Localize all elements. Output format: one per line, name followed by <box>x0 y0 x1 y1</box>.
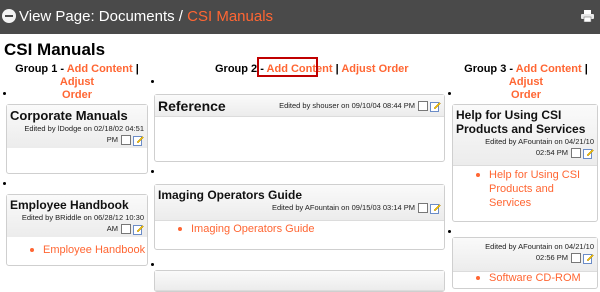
edited-time: 02:56 PM <box>535 253 568 262</box>
card-meta: Edited by lDodge on 02/18/02 04:51 PM <box>10 123 144 146</box>
breadcrumb-current[interactable]: CSI Manuals <box>187 8 273 25</box>
edited-info: Edited by AFountain on 04/21/10 <box>485 137 594 146</box>
bullet <box>3 182 6 185</box>
card-title: Imaging Operators Guide <box>158 188 303 202</box>
card-title-line: Help for Using CSI <box>456 108 562 122</box>
group-1-separator: | <box>132 63 139 75</box>
edited-info: Edited by shouser on 09/10/04 08:44 PM <box>279 101 415 111</box>
printer-icon[interactable] <box>581 10 594 22</box>
card-title: Reference <box>158 98 226 114</box>
group-1-add-content-link[interactable]: Add Content <box>67 63 133 75</box>
select-checkbox[interactable] <box>121 135 131 146</box>
edited-time: 02:54 PM <box>535 148 568 157</box>
breadcrumb-prefix: View Page: Documents / <box>19 8 188 25</box>
card-meta: Edited by shouser on 09/10/04 08:44 PM <box>279 100 441 112</box>
card-meta: Edited by AFountain on 09/15/03 03:14 PM <box>158 202 441 214</box>
group-1-header: Group 1 - Add Content | Adjust Order <box>6 63 148 102</box>
add-content-highlight <box>257 57 318 77</box>
group-3-header: Group 3 - Add Content | Adjust Order <box>452 63 600 102</box>
select-checkbox[interactable] <box>418 203 428 214</box>
bullet <box>151 80 154 83</box>
group-3-add-content-link[interactable]: Add Content <box>516 63 582 75</box>
group-3-separator: | <box>581 63 588 75</box>
edit-icon[interactable] <box>430 101 441 112</box>
card-meta: Edited by AFountain on 04/21/10 02:54 PM <box>456 136 594 159</box>
select-checkbox[interactable] <box>571 253 581 264</box>
imaging-operators-guide-link[interactable]: Imaging Operators Guide <box>178 222 315 236</box>
card-title-line: Products and Services <box>456 122 586 136</box>
edit-icon[interactable] <box>133 224 144 235</box>
edit-icon[interactable] <box>430 203 441 214</box>
breadcrumb: View Page: Documents / CSI Manuals <box>19 8 273 25</box>
group-3-order-link[interactable]: Order <box>511 89 541 101</box>
bullet <box>151 170 154 173</box>
edited-info: Edited by BRiddle on 06/28/12 10:30 <box>21 213 144 222</box>
edit-icon[interactable] <box>133 135 144 146</box>
select-checkbox[interactable] <box>418 101 428 112</box>
edit-icon[interactable] <box>583 148 594 159</box>
group-2-adjust-order-link[interactable]: Adjust Order <box>341 63 408 75</box>
edited-info: Edited by lDodge on 02/18/02 04:51 <box>24 124 144 133</box>
group-1-label: Group 1 - <box>15 63 67 75</box>
card-corporate-manuals: Corporate Manuals Edited by lDodge on 02… <box>6 104 148 174</box>
select-checkbox[interactable] <box>121 224 131 235</box>
card-meta: Edited by AFountain on 04/21/10 02:56 PM <box>456 241 594 264</box>
card-title: Employee Handbook <box>10 198 129 212</box>
edited-info: Edited by AFountain on 04/21/10 <box>485 242 594 251</box>
group-1-order-link[interactable]: Order <box>62 89 92 101</box>
card-title: Corporate Manuals <box>10 108 128 123</box>
page-title: CSI Manuals <box>4 40 106 59</box>
edited-time: AM <box>106 224 118 233</box>
link-line: Help for Using CSI <box>489 169 581 181</box>
bullet <box>448 230 451 233</box>
group-3-label: Group 3 - <box>464 63 516 75</box>
select-checkbox[interactable] <box>571 148 581 159</box>
link-line: Services <box>489 197 532 209</box>
software-cd-rom-link[interactable]: Software CD-ROM <box>476 271 581 285</box>
group-1-adjust-link[interactable]: Adjust <box>60 76 94 88</box>
bullet <box>3 92 6 95</box>
edited-info: Edited by AFountain on 09/15/03 03:14 PM <box>271 203 415 212</box>
edited-time: PM <box>106 135 118 144</box>
bullet <box>448 92 451 95</box>
link-line: Products and <box>489 183 554 195</box>
card-title: Help for Using CSI Products and Services <box>456 108 594 136</box>
collapse-icon[interactable] <box>2 9 16 23</box>
card-partial <box>154 270 445 292</box>
group-3-adjust-link[interactable]: Adjust <box>509 76 543 88</box>
employee-handbook-link[interactable]: Employee Handbook <box>29 243 145 257</box>
bullet <box>151 263 154 266</box>
help-csi-link[interactable]: Help for Using CSI Products and Services <box>475 168 581 210</box>
top-bar: View Page: Documents / CSI Manuals <box>0 0 600 34</box>
card-imaging-operators-guide: Imaging Operators Guide Edited by AFount… <box>154 184 445 250</box>
edit-icon[interactable] <box>583 253 594 264</box>
group-2-separator: | <box>332 63 342 75</box>
card-meta: Edited by BRiddle on 06/28/12 10:30 AM <box>10 212 144 235</box>
card-reference: Reference Edited by shouser on 09/10/04 … <box>154 94 445 162</box>
